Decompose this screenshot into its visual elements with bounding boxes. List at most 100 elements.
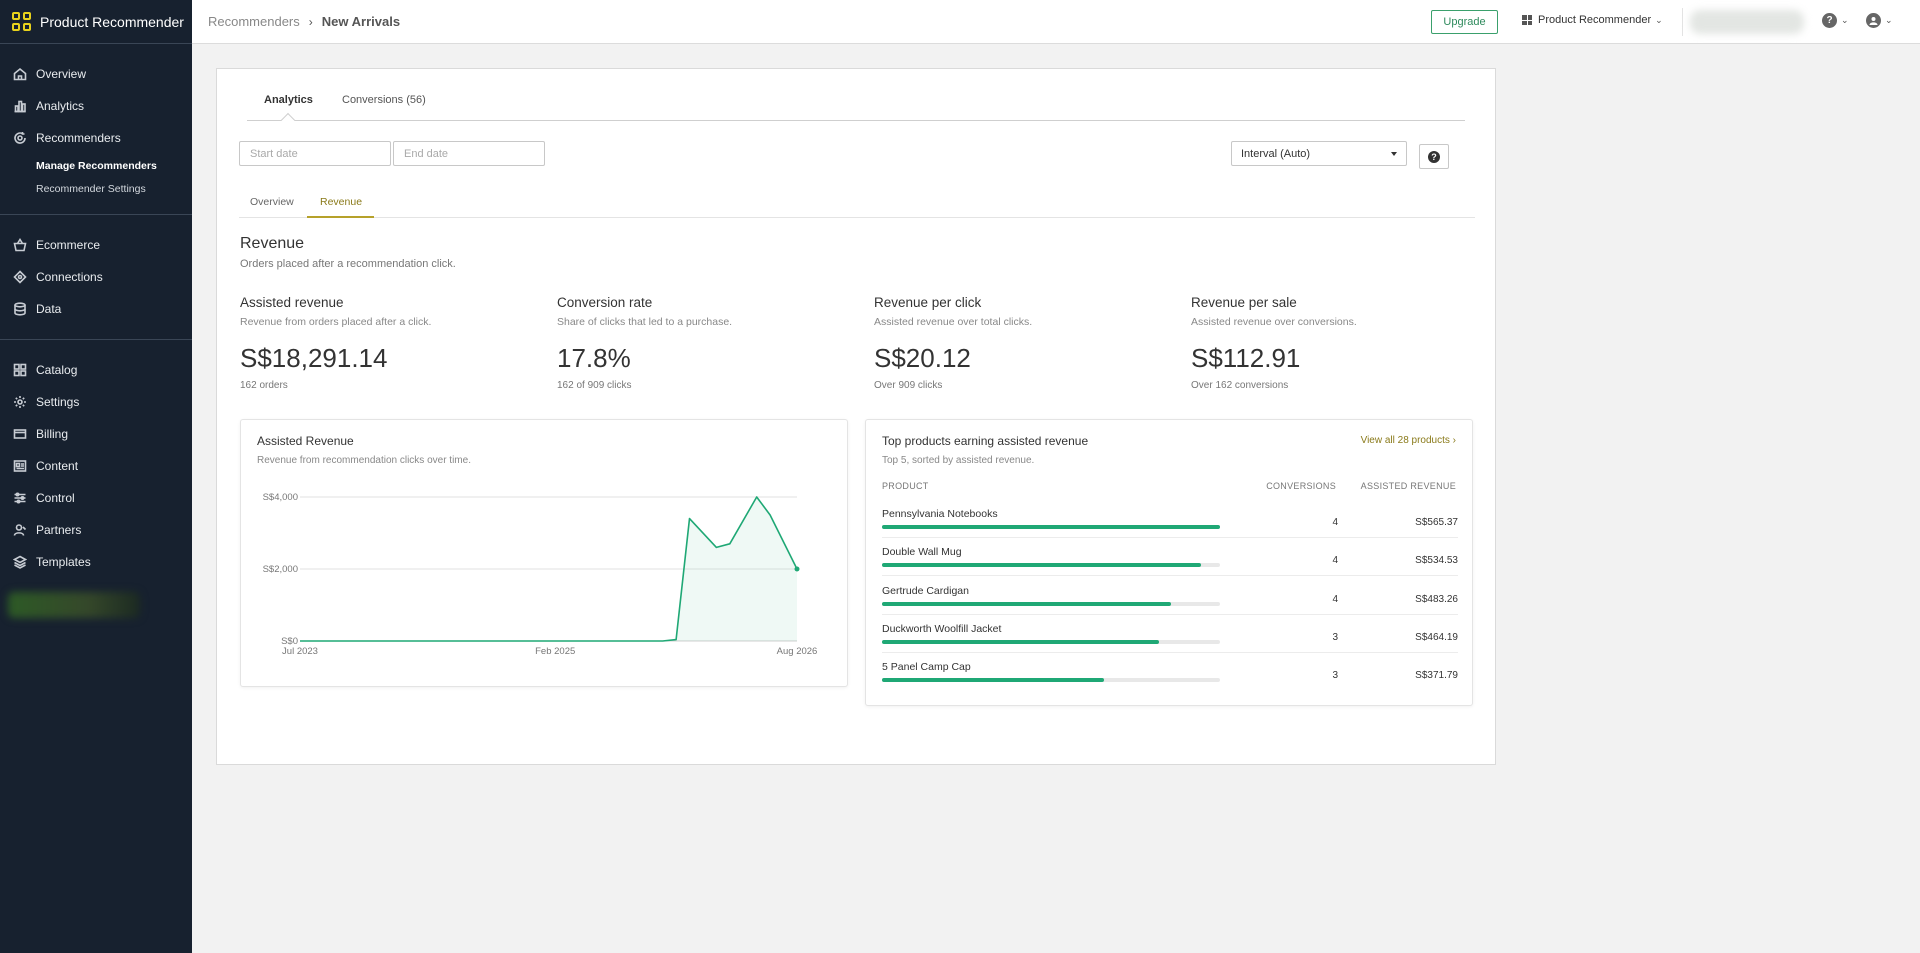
- product-revenue: S$534.53: [1415, 555, 1458, 566]
- topbar: Recommenders › New Arrivals Upgrade Prod…: [192, 0, 1920, 44]
- active-subtab-underline: [307, 216, 374, 218]
- product-conversions: 4: [1332, 555, 1338, 566]
- revenue-share-track: [882, 525, 1220, 529]
- x-tick-label: Aug 2026: [777, 646, 818, 657]
- apps-grid-icon: [1522, 15, 1532, 25]
- sidebar-item-data[interactable]: Data: [0, 293, 192, 325]
- x-tick-label: Jul 2023: [282, 646, 318, 657]
- kpi-conversion-rate: Conversion rate Share of clicks that led…: [557, 295, 857, 391]
- tab-analytics[interactable]: Analytics: [264, 94, 313, 106]
- breadcrumb-separator-icon: ›: [308, 14, 313, 29]
- revenue-share-track: [882, 640, 1220, 644]
- table-row[interactable]: 5 Panel Camp Cap 3 S$371.79: [882, 653, 1458, 691]
- chevron-down-icon: ⌄: [1841, 15, 1849, 25]
- revenue-share-track: [882, 602, 1220, 606]
- kpi-footnote: 162 orders: [240, 380, 288, 391]
- kpi-label: Assisted revenue: [240, 295, 344, 310]
- start-date-input[interactable]: [239, 141, 391, 166]
- subtab-revenue[interactable]: Revenue: [320, 196, 362, 208]
- breadcrumb-parent-link[interactable]: Recommenders: [208, 14, 300, 29]
- sidebar-item-settings[interactable]: Settings: [0, 386, 192, 418]
- app-switcher-label: Product Recommender: [1538, 14, 1652, 26]
- sidebar-item-label: Ecommerce: [36, 238, 101, 252]
- sidebar-item-analytics[interactable]: Analytics: [0, 90, 192, 122]
- table-row[interactable]: Pennsylvania Notebooks 4 S$565.37: [882, 500, 1458, 538]
- end-date-input[interactable]: [393, 141, 545, 166]
- basket-icon: [13, 238, 27, 252]
- nav-group-admin: Catalog Settings Billing Content Control…: [0, 340, 192, 632]
- chevron-down-icon: ⌄: [1885, 15, 1893, 25]
- product-revenue: S$565.37: [1415, 517, 1458, 528]
- sidebar-subitem-manage-recommenders[interactable]: Manage Recommenders: [0, 154, 192, 177]
- view-all-products-link[interactable]: View all 28 products ›: [1361, 435, 1456, 446]
- active-tab-indicator: [280, 112, 296, 128]
- kpi-footnote: Over 162 conversions: [1191, 380, 1289, 391]
- tab-conversions[interactable]: Conversions (56): [342, 94, 426, 106]
- kpi-description: Assisted revenue over total clicks.: [874, 316, 1033, 328]
- app-logo-icon: [12, 12, 31, 31]
- help-menu[interactable]: ? ⌄: [1822, 13, 1849, 28]
- recommenders-icon: [13, 131, 27, 145]
- table-row[interactable]: Gertrude Cardigan 4 S$483.26: [882, 577, 1458, 615]
- top-products-card: Top products earning assisted revenue To…: [865, 419, 1473, 706]
- layers-icon: [13, 555, 27, 569]
- revenue-share-bar: [882, 563, 1202, 567]
- products-card-title: Top products earning assisted revenue: [882, 434, 1089, 448]
- revenue-share-track: [882, 678, 1220, 682]
- upgrade-button[interactable]: Upgrade: [1431, 10, 1498, 34]
- database-icon: [13, 302, 27, 316]
- revenue-share-track: [882, 563, 1220, 567]
- sub-tabs: Overview Revenue: [239, 185, 1475, 218]
- sidebar-item-recommenders[interactable]: Recommenders: [0, 122, 192, 154]
- sidebar-item-ecommerce[interactable]: Ecommerce: [0, 229, 192, 261]
- subtab-overview[interactable]: Overview: [250, 196, 294, 208]
- product-revenue: S$464.19: [1415, 632, 1458, 643]
- sidebar-item-billing[interactable]: Billing: [0, 418, 192, 450]
- sidebar-item-overview[interactable]: Overview: [0, 58, 192, 90]
- kpi-value: S$20.12: [874, 343, 971, 373]
- sidebar-item-label: Settings: [36, 395, 80, 409]
- product-revenue: S$483.26: [1415, 594, 1458, 605]
- analytics-panel: Analytics Conversions (56) Interval (Aut…: [216, 68, 1496, 765]
- kpi-label: Revenue per sale: [1191, 295, 1297, 310]
- sidebar-item-connections[interactable]: Connections: [0, 261, 192, 293]
- assisted-revenue-chart: S$4,000S$2,000S$0Jul 2023 Feb 2025 Aug 202…: [263, 492, 818, 657]
- product-conversions: 3: [1332, 632, 1338, 643]
- kpi-value: S$112.91: [1191, 343, 1301, 373]
- sidebar-item-templates[interactable]: Templates: [0, 546, 192, 578]
- topbar-divider: [1682, 8, 1683, 36]
- sidebar-item-label: Analytics: [36, 99, 85, 113]
- users-icon: [13, 523, 27, 537]
- sidebar-subitem-recommender-settings[interactable]: Recommender Settings: [0, 177, 192, 200]
- brand[interactable]: Product Recommender: [0, 0, 192, 44]
- sidebar-item-label: Templates: [36, 555, 91, 569]
- help-button[interactable]: ?: [1419, 144, 1449, 169]
- kpi-assisted-revenue: Assisted revenue Revenue from orders pla…: [240, 295, 540, 391]
- product-conversions: 3: [1332, 670, 1338, 681]
- connections-icon: [13, 270, 27, 284]
- revenue-share-bar: [882, 640, 1160, 644]
- sidebar-item-catalog[interactable]: Catalog: [0, 354, 192, 386]
- sidebar-item-content[interactable]: Content: [0, 450, 192, 482]
- user-menu[interactable]: ⌄: [1866, 13, 1893, 28]
- nav-group-store: Ecommerce Connections Data: [0, 215, 192, 340]
- blurred-user-name[interactable]: [1690, 10, 1804, 34]
- chevron-down-icon: ⌄: [1655, 14, 1663, 25]
- column-header-conversions: CONVERSIONS: [1266, 481, 1336, 491]
- interval-select[interactable]: Interval (Auto): [1231, 141, 1407, 166]
- table-row[interactable]: Duckworth Woolfill Jacket 3 S$464.19: [882, 615, 1458, 653]
- sidebar-item-partners[interactable]: Partners: [0, 514, 192, 546]
- caret-down-icon: [1391, 152, 1397, 156]
- app-switcher[interactable]: Product Recommender ⌄: [1522, 14, 1663, 26]
- table-row[interactable]: Double Wall Mug 4 S$534.53: [882, 538, 1458, 576]
- revenue-share-bar: [882, 602, 1171, 606]
- sidebar-item-label: Overview: [36, 67, 87, 81]
- blurred-account-item[interactable]: [8, 592, 140, 618]
- x-tick-label: Feb 2025: [535, 646, 575, 657]
- sidebar: Product Recommender Overview Analytics R…: [0, 0, 192, 953]
- product-name: Pennsylvania Notebooks: [882, 508, 998, 520]
- product-conversions: 4: [1332, 594, 1338, 605]
- sidebar-item-control[interactable]: Control: [0, 482, 192, 514]
- product-conversions: 4: [1332, 517, 1338, 528]
- sidebar-item-label: Content: [36, 459, 79, 473]
